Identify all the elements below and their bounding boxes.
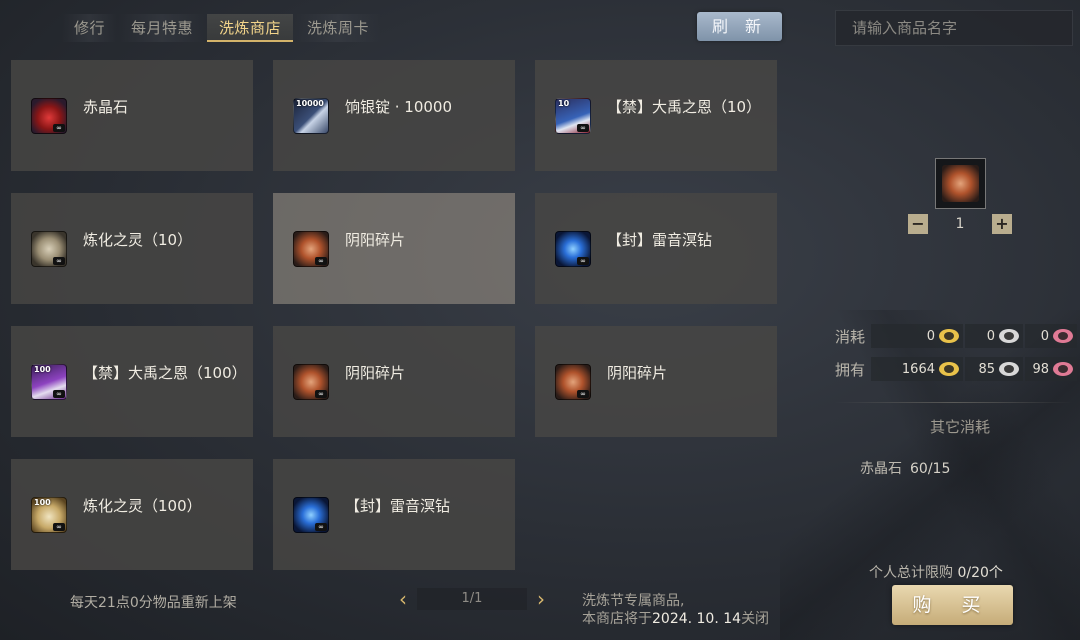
own-silver: 85 [965,357,1023,381]
buy-button[interactable]: 购 买 [892,585,1013,625]
shop-item-card[interactable]: ∞ 阴阳碎片 [273,326,515,437]
own-label: 拥有 [835,360,866,379]
item-name: 饷银锭 · 10000 [345,98,453,116]
item-name: 阴阳碎片 [607,364,668,382]
cost-label: 消耗 [835,327,866,346]
tab-practice[interactable]: 修行 [62,14,118,42]
item-name: 【禁】大禹之恩（100） [83,364,247,382]
selected-item-preview [935,158,986,209]
refine-orb-icon: 100 ∞ [31,497,67,533]
tab-bar: 修行 每月特惠 洗炼商店 洗炼周卡 [62,14,382,42]
increase-button[interactable]: + [992,214,1012,234]
quantity-stepper: − 1 + [908,214,1012,234]
item-name: 【封】雷音溟钻 [607,231,713,249]
quantity-value[interactable]: 1 [928,216,992,232]
item-name: 阴阳碎片 [345,231,406,249]
yinyang-shard-icon: ∞ [293,231,329,267]
search-input[interactable] [835,10,1073,46]
cost-pink: 0 [1025,324,1077,348]
thunder-gem-icon: ∞ [293,497,329,533]
item-name: 【禁】大禹之恩（10） [607,98,762,116]
own-gold: 1664 [871,357,963,381]
item-name: 赤晶石 [83,98,129,116]
silver-coin-icon [999,329,1019,343]
tab-refine-shop[interactable]: 洗炼商店 [207,14,294,42]
silver-coin-icon [999,362,1019,376]
cost-row: 消耗 0 0 0 [835,324,1079,348]
item-name: 【封】雷音溟钻 [345,497,451,515]
shop-item-card[interactable]: 10000 饷银锭 · 10000 [273,60,515,171]
notice-line-1: 洗炼节专属商品, [582,593,685,609]
pagination: ‹ 1/1 › [395,587,549,611]
item-name: 炼化之灵（100） [83,497,202,515]
divider [835,402,1073,403]
other-cost-item: 赤晶石 60/15 [860,461,951,477]
refresh-button[interactable]: 刷 新 [697,12,782,41]
shop-item-card[interactable]: ∞ 阴阳碎片 [535,326,777,437]
yinyang-shard-icon: ∞ [293,364,329,400]
shop-item-card[interactable]: 100 ∞ 【禁】大禹之恩（100） [11,326,253,437]
gold-coin-icon [939,329,959,343]
tab-monthly-deals[interactable]: 每月特惠 [119,14,206,42]
shop-item-grid: ∞ 赤晶石 10000 饷银锭 · 10000 10 ∞ 【禁】大禹之恩（10） … [11,60,777,570]
silver-ingot-icon: 10000 [293,98,329,134]
tab-refine-weekly-card[interactable]: 洗炼周卡 [295,14,382,42]
purchase-limit: 个人总计限购 0/20个 [869,565,1003,581]
scroll-book-icon: 10 ∞ [555,98,591,134]
refine-orb-icon: ∞ [31,231,67,267]
chevron-left-icon[interactable]: ‹ [395,587,411,611]
shop-item-card[interactable]: ∞ 【封】雷音溟钻 [535,193,777,304]
shop-item-card[interactable]: 100 ∞ 炼化之灵（100） [11,459,253,570]
shop-item-card[interactable]: ∞ 赤晶石 [11,60,253,171]
yinyang-shard-icon: ∞ [555,364,591,400]
thunder-gem-icon: ∞ [555,231,591,267]
shop-close-notice: 洗炼节专属商品, 本商店将于2024. 10. 14关闭 [582,592,769,628]
other-cost-title: 其它消耗 [930,418,991,436]
close-date: 2024. 10. 14 [652,611,742,627]
decrease-button[interactable]: − [908,214,928,234]
item-name: 炼化之灵（10） [83,231,193,249]
shop-item-card[interactable]: 10 ∞ 【禁】大禹之恩（10） [535,60,777,171]
own-row: 拥有 1664 85 98 [835,357,1079,381]
pink-coin-icon [1053,329,1073,343]
cost-silver: 0 [965,324,1023,348]
cost-gold: 0 [871,324,963,348]
page-indicator: 1/1 [417,588,527,610]
red-crystal-icon: ∞ [31,98,67,134]
shop-item-card[interactable]: ∞ 【封】雷音溟钻 [273,459,515,570]
pink-coin-icon [1053,362,1073,376]
gold-coin-icon [939,362,959,376]
chevron-right-icon[interactable]: › [533,587,549,611]
shop-item-card-selected[interactable]: ∞ 阴阳碎片 [273,193,515,304]
item-name: 阴阳碎片 [345,364,406,382]
shop-item-card[interactable]: ∞ 炼化之灵（10） [11,193,253,304]
scroll-book-icon: 100 ∞ [31,364,67,400]
own-pink: 98 [1025,357,1077,381]
restock-notice: 每天21点0分物品重新上架 [70,595,237,611]
notice-line-2: 本商店将于2024. 10. 14关闭 [582,611,770,627]
yinyang-shard-icon [942,165,979,202]
